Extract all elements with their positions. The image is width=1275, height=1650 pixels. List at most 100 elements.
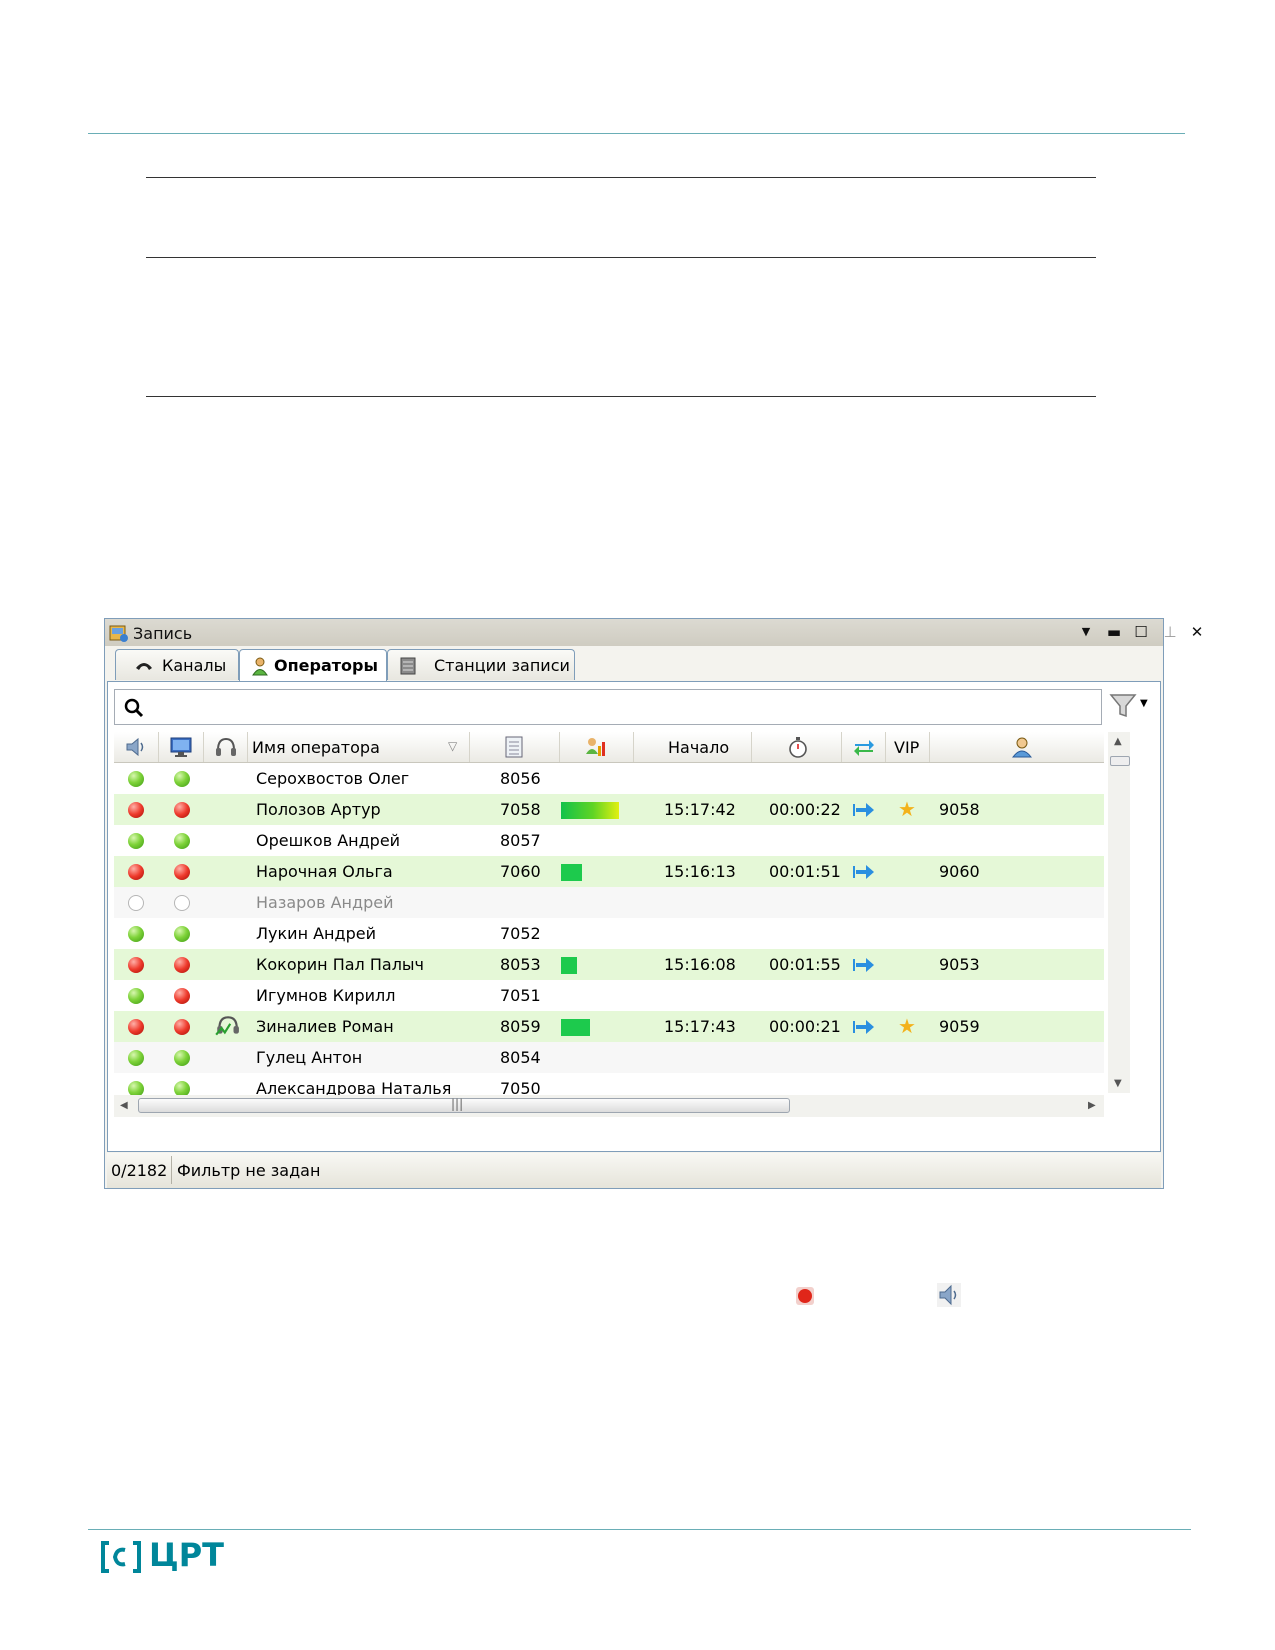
sound-status-dot <box>128 1019 144 1035</box>
tab-strip: Каналы Операторы Станции записи <box>105 649 1163 682</box>
tab-stations[interactable]: Станции записи <box>387 649 575 680</box>
table-row[interactable]: Лукин Андрей 7052 <box>114 918 1104 949</box>
table-row[interactable]: Кокорин Пал Палыч 8053 15:16:08 00:01:55 905… <box>114 949 1104 980</box>
horizontal-scrollbar[interactable]: ◀ ||| ▶ <box>114 1095 1104 1117</box>
tab-channels[interactable]: Каналы <box>115 649 239 680</box>
col-vip-label: VIP <box>894 738 920 757</box>
sound-status-dot <box>128 864 144 880</box>
search-input[interactable] <box>153 694 1087 720</box>
col-phone[interactable] <box>470 732 560 762</box>
table-row[interactable]: Нарочная Ольга 7060 15:16:13 00:01:51 9060 <box>114 856 1104 887</box>
maximize-button[interactable]: ☐ <box>1132 623 1150 641</box>
scroll-down-arrow[interactable]: ▼ <box>1114 1078 1122 1089</box>
sound-status-dot <box>128 1050 144 1066</box>
horizontal-scroll-thumb[interactable]: ||| <box>138 1097 790 1113</box>
transfer-icon <box>854 740 874 756</box>
table-row[interactable]: Игумнов Кирилл 7051 <box>114 980 1104 1011</box>
speaker-icon <box>126 737 144 757</box>
col-name[interactable]: Имя оператора ▽ <box>248 732 470 762</box>
table-row[interactable]: Орешков Андрей 8057 <box>114 825 1104 856</box>
table-row[interactable]: Полозов Артур 7058 15:17:42 00:00:22 ★ 9058 <box>114 794 1104 825</box>
call-start-time: 15:17:43 <box>664 1017 736 1036</box>
operator-name: Серохвостов Олег <box>256 769 410 788</box>
voice-level-bar <box>561 802 619 819</box>
operator-phone: 8057 <box>500 831 541 850</box>
outgoing-arrow-icon <box>853 865 874 879</box>
call-start-time: 15:17:42 <box>664 800 736 819</box>
search-box[interactable] <box>114 689 1102 725</box>
col-name-label: Имя оператора <box>252 738 380 757</box>
col-screen[interactable] <box>159 732 204 762</box>
table-row[interactable]: Серохвостов Олег 8056 <box>114 763 1104 794</box>
col-duration[interactable] <box>752 732 842 762</box>
window-title: Запись <box>133 624 193 643</box>
operator-name: Нарочная Ольга <box>256 862 393 881</box>
screen-status-dot <box>174 1019 190 1035</box>
vertical-scrollbar[interactable]: ▲ ▼ <box>1108 732 1130 1093</box>
tab-operators-label: Операторы <box>274 656 378 675</box>
company-logo: ЦРТ <box>99 1536 224 1575</box>
sound-status-dot <box>128 802 144 818</box>
phone-handset-icon <box>136 663 152 670</box>
monitor-icon <box>170 737 192 757</box>
voice-level-bar <box>561 1019 590 1036</box>
scroll-right-arrow[interactable]: ▶ <box>1088 1100 1096 1111</box>
pin-button[interactable]: ⊥ <box>1161 623 1179 641</box>
col-level[interactable] <box>560 732 634 762</box>
table-rule-1 <box>146 177 1096 178</box>
col-headset[interactable] <box>204 732 248 762</box>
scroll-left-arrow[interactable]: ◀ <box>120 1100 128 1111</box>
screen-status-dot <box>174 988 190 1004</box>
person-icon <box>1011 737 1033 758</box>
operator-name: Орешков Андрей <box>256 831 401 850</box>
call-duration: 00:01:55 <box>769 955 841 974</box>
operator-icon <box>252 657 268 676</box>
logo-mark-icon <box>101 1541 141 1573</box>
col-subscriber[interactable] <box>930 732 1104 762</box>
table-row[interactable]: Назаров Андрей <box>114 887 1104 918</box>
grip-icon: ||| <box>451 1097 464 1111</box>
table-row[interactable]: Зиналиев Роман 8059 15:17:43 00:00:21 ★ 9059 <box>114 1011 1104 1042</box>
operator-phone: 7052 <box>500 924 541 943</box>
screen-status-dot <box>174 926 190 942</box>
col-direction[interactable] <box>842 732 886 762</box>
page-bottom-rule <box>88 1529 1191 1530</box>
voice-level-bar <box>561 864 582 881</box>
operator-name: Игумнов Кирилл <box>256 986 396 1005</box>
sound-status-dot <box>128 957 144 973</box>
table-rule-2 <box>146 257 1096 258</box>
call-start-time: 15:16:13 <box>664 862 736 881</box>
close-button[interactable]: ✕ <box>1188 623 1206 641</box>
operator-phone: 7058 <box>500 800 541 819</box>
screen-status-dot <box>174 771 190 787</box>
recording-window: Запись ▼ ▬ ☐ ⊥ ✕ Каналы Операторы Станци <box>104 618 1203 1189</box>
tab-operators[interactable]: Операторы <box>239 649 387 682</box>
logo-text: ЦРТ <box>149 1536 224 1574</box>
filter-icon[interactable] <box>1109 692 1137 720</box>
operators-panel: ▼ Имя оператора ▽ Начало VIP Серохвостов… <box>107 681 1161 1152</box>
red-dot-icon <box>796 1287 814 1305</box>
menu-dropdown-icon[interactable]: ▼ <box>1077 623 1095 641</box>
col-start[interactable]: Начало <box>634 732 752 762</box>
call-duration: 00:00:21 <box>769 1017 841 1036</box>
screen-status-dot <box>174 802 190 818</box>
status-separator <box>171 1156 172 1184</box>
outgoing-arrow-icon <box>853 1020 874 1034</box>
screen-status-dot <box>174 864 190 880</box>
col-vip[interactable]: VIP <box>886 732 930 762</box>
operator-name: Кокорин Пал Палыч <box>256 955 424 974</box>
sound-status-dot <box>128 895 144 911</box>
voice-level-bar <box>561 957 577 974</box>
table-rule-3 <box>146 396 1096 397</box>
col-sound[interactable] <box>114 732 159 762</box>
table-header: Имя оператора ▽ Начало VIP <box>114 732 1104 763</box>
scroll-up-arrow[interactable]: ▲ <box>1114 736 1122 747</box>
minimize-button[interactable]: ▬ <box>1105 623 1123 641</box>
vertical-scroll-thumb[interactable] <box>1110 756 1130 766</box>
search-icon <box>124 698 144 718</box>
table-row[interactable]: Гулец Антон 8054 <box>114 1042 1104 1073</box>
headphones-icon <box>216 737 236 756</box>
filter-dropdown-icon[interactable]: ▼ <box>1140 698 1148 709</box>
listening-headset-icon[interactable] <box>214 1013 240 1039</box>
call-start-time: 15:16:08 <box>664 955 736 974</box>
